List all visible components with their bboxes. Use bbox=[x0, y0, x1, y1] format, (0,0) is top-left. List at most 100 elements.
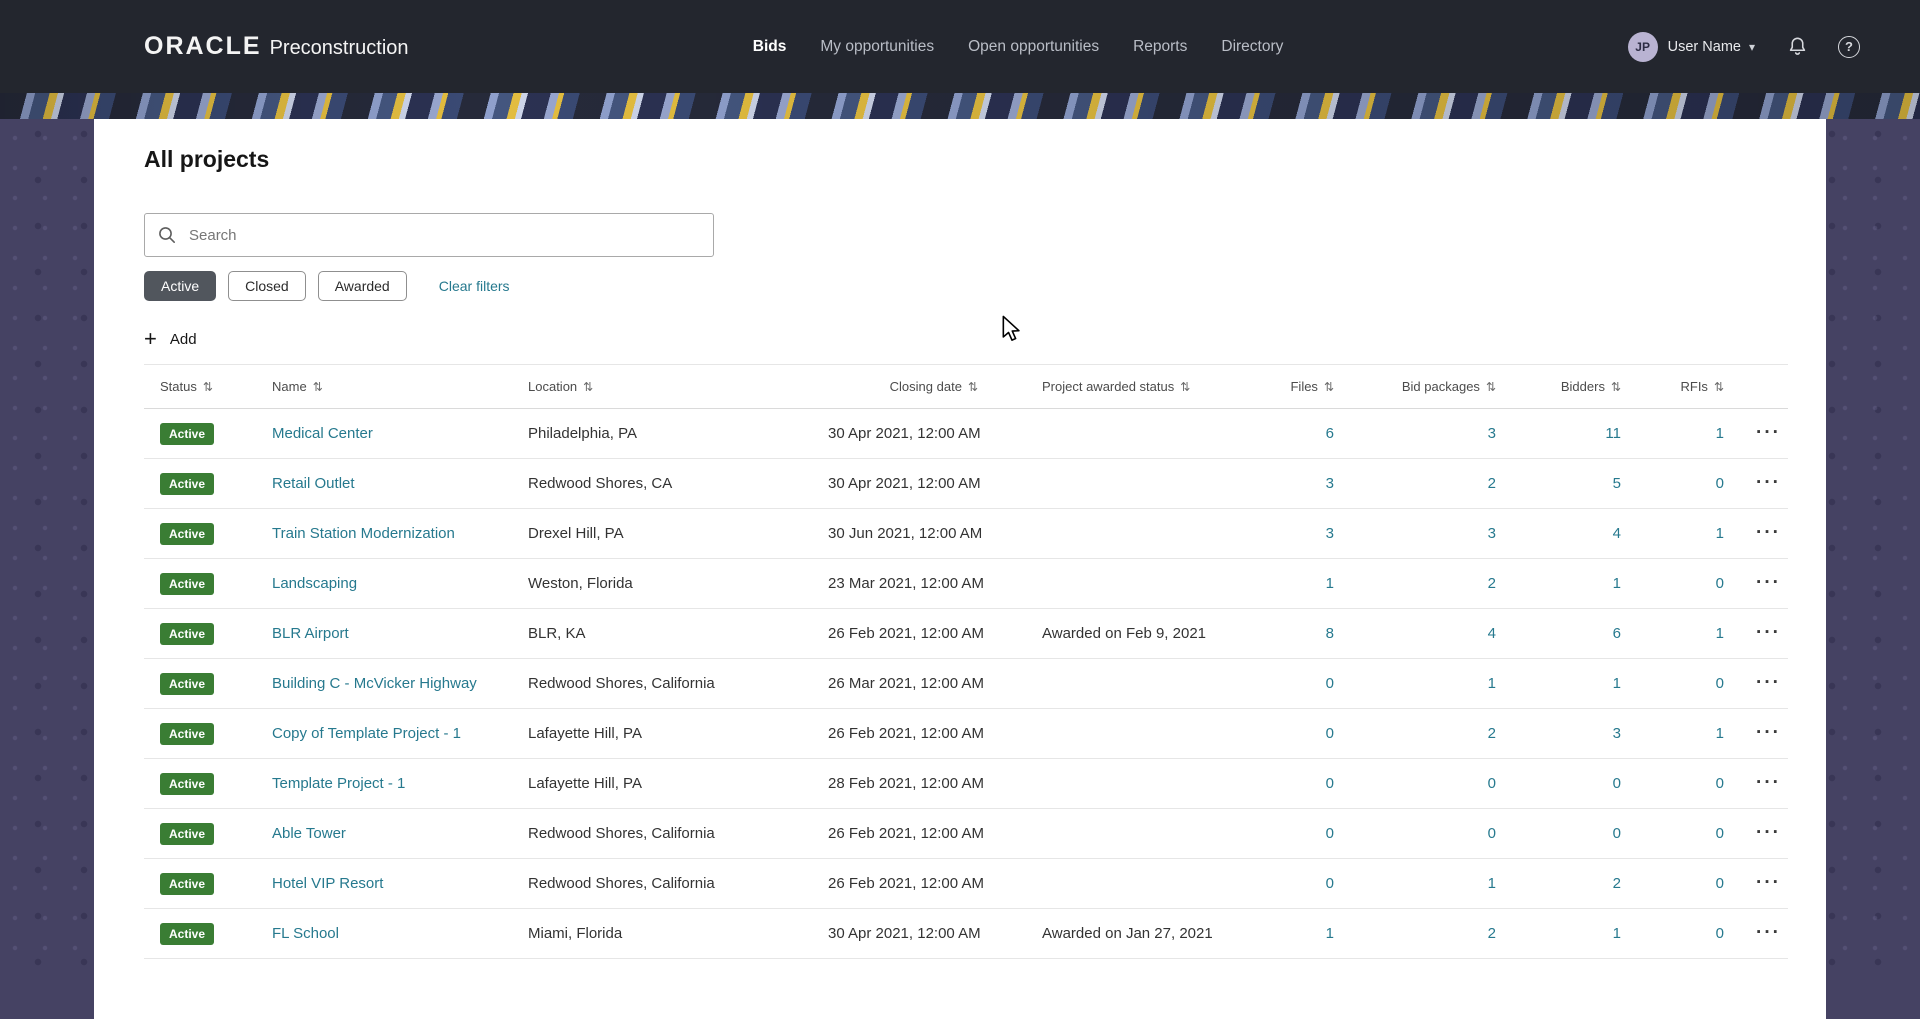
column-header-rfis[interactable]: RFIs ⇅ bbox=[1635, 364, 1738, 409]
rfis-count-link[interactable]: 0 bbox=[1716, 825, 1724, 842]
sort-icon: ⇅ bbox=[1323, 380, 1334, 394]
bidders-count-link[interactable]: 1 bbox=[1613, 925, 1621, 942]
bid-packages-count-link[interactable]: 1 bbox=[1488, 875, 1496, 892]
row-actions-menu-button[interactable]: ··· bbox=[1754, 823, 1783, 842]
rfis-count-link[interactable]: 1 bbox=[1716, 725, 1724, 742]
row-actions-menu-button[interactable]: ··· bbox=[1754, 573, 1783, 592]
project-name-link[interactable]: Landscaping bbox=[272, 575, 357, 592]
bid-packages-count-link[interactable]: 4 bbox=[1488, 625, 1496, 642]
files-count-link[interactable]: 0 bbox=[1326, 675, 1334, 692]
column-header-files[interactable]: Files ⇅ bbox=[1228, 364, 1348, 409]
bidders-count-link[interactable]: 1 bbox=[1613, 675, 1621, 692]
project-name-link[interactable]: Medical Center bbox=[272, 425, 373, 442]
files-count-link[interactable]: 3 bbox=[1326, 525, 1334, 542]
project-name-link[interactable]: Train Station Modernization bbox=[272, 525, 455, 542]
project-name-link[interactable]: Hotel VIP Resort bbox=[272, 875, 383, 892]
bid-packages-count-link[interactable]: 3 bbox=[1488, 425, 1496, 442]
bidders-count-link[interactable]: 11 bbox=[1605, 425, 1621, 442]
nav-item-open-opportunities[interactable]: Open opportunities bbox=[968, 38, 1099, 56]
row-actions-menu-button[interactable]: ··· bbox=[1754, 873, 1783, 892]
rfis-count-link[interactable]: 0 bbox=[1716, 575, 1724, 592]
files-count-link[interactable]: 6 bbox=[1326, 425, 1334, 442]
bid-packages-count-link[interactable]: 1 bbox=[1488, 675, 1496, 692]
bid-packages-count-link[interactable]: 2 bbox=[1488, 575, 1496, 592]
row-actions-menu-button[interactable]: ··· bbox=[1754, 523, 1783, 542]
bid-packages-count-link[interactable]: 0 bbox=[1488, 775, 1496, 792]
add-project-button[interactable]: + Add bbox=[144, 328, 197, 350]
files-count-link[interactable]: 3 bbox=[1326, 475, 1334, 492]
nav-item-directory[interactable]: Directory bbox=[1221, 38, 1283, 56]
sort-icon: ⇅ bbox=[202, 380, 213, 394]
project-name-link[interactable]: Able Tower bbox=[272, 825, 346, 842]
bidders-count-link[interactable]: 0 bbox=[1613, 775, 1621, 792]
row-actions-menu-button[interactable]: ··· bbox=[1754, 723, 1783, 742]
bidders-count-link[interactable]: 3 bbox=[1613, 725, 1621, 742]
files-count-link[interactable]: 8 bbox=[1326, 625, 1334, 642]
clear-filters-link[interactable]: Clear filters bbox=[433, 277, 516, 295]
project-name-link[interactable]: Building C - McVicker Highway bbox=[272, 675, 477, 692]
files-count-link[interactable]: 0 bbox=[1326, 775, 1334, 792]
bidders-count-link[interactable]: 6 bbox=[1613, 625, 1621, 642]
project-name-link[interactable]: FL School bbox=[272, 925, 339, 942]
column-header-name[interactable]: Name ⇅ bbox=[256, 364, 512, 409]
help-icon[interactable]: ? bbox=[1838, 35, 1860, 58]
bidders-count-link[interactable]: 4 bbox=[1613, 525, 1621, 542]
bid-packages-count-link[interactable]: 0 bbox=[1488, 825, 1496, 842]
bidders-count-link[interactable]: 2 bbox=[1613, 875, 1621, 892]
row-actions-menu-button[interactable]: ··· bbox=[1754, 623, 1783, 642]
project-name-link[interactable]: Copy of Template Project - 1 bbox=[272, 725, 461, 742]
avatar[interactable]: JP bbox=[1627, 31, 1658, 62]
nav-item-bids[interactable]: Bids bbox=[753, 38, 787, 56]
column-header-status[interactable]: Status ⇅ bbox=[144, 364, 256, 409]
column-header-closing-date[interactable]: Closing date ⇅ bbox=[812, 364, 992, 409]
project-name-link[interactable]: BLR Airport bbox=[272, 625, 349, 642]
column-header-location[interactable]: Location ⇅ bbox=[512, 364, 812, 409]
row-actions-menu-button[interactable]: ··· bbox=[1754, 673, 1783, 692]
nav-item-my-opportunities[interactable]: My opportunities bbox=[820, 38, 934, 56]
filter-chip-awarded[interactable]: Awarded bbox=[317, 271, 407, 301]
bid-packages-count-link[interactable]: 2 bbox=[1488, 925, 1496, 942]
row-actions-menu-button[interactable]: ··· bbox=[1754, 473, 1783, 492]
sort-icon: ⇅ bbox=[583, 380, 594, 394]
row-actions-menu-button[interactable]: ··· bbox=[1754, 773, 1783, 792]
user-name[interactable]: User Name bbox=[1668, 39, 1741, 55]
files-count-link[interactable]: 1 bbox=[1326, 925, 1334, 942]
filter-chip-active[interactable]: Active bbox=[144, 271, 217, 301]
files-count-link[interactable]: 0 bbox=[1326, 725, 1334, 742]
row-actions-menu-button[interactable]: ··· bbox=[1754, 923, 1783, 942]
rfis-count-link[interactable]: 0 bbox=[1716, 925, 1724, 942]
project-name-link[interactable]: Template Project - 1 bbox=[272, 775, 405, 792]
column-header-project-awarded-status[interactable]: Project awarded status ⇅ bbox=[992, 364, 1228, 409]
rfis-count-link[interactable]: 1 bbox=[1716, 425, 1724, 442]
bid-packages-count-link[interactable]: 2 bbox=[1488, 475, 1496, 492]
project-name-link[interactable]: Retail Outlet bbox=[272, 475, 355, 492]
rfis-count-link[interactable]: 1 bbox=[1716, 525, 1724, 542]
bidders-count-link[interactable]: 0 bbox=[1613, 825, 1621, 842]
status-cell: Active bbox=[144, 758, 256, 809]
bidders-count-link[interactable]: 5 bbox=[1613, 475, 1621, 492]
rfis-count-link[interactable]: 0 bbox=[1716, 675, 1724, 692]
nav-item-reports[interactable]: Reports bbox=[1133, 38, 1187, 56]
bidders-count-link[interactable]: 1 bbox=[1613, 575, 1621, 592]
search-input[interactable] bbox=[144, 213, 714, 257]
closing-date-cell: 26 Feb 2021, 12:00 AM bbox=[812, 858, 992, 909]
notifications-bell-icon[interactable] bbox=[1787, 36, 1808, 58]
column-header-bid-packages[interactable]: Bid packages ⇅ bbox=[1348, 364, 1510, 409]
rfis-count-link-cell: 0 bbox=[1635, 558, 1738, 609]
bid-packages-count-link[interactable]: 3 bbox=[1488, 525, 1496, 542]
name-cell: Able Tower bbox=[256, 808, 512, 859]
files-count-link[interactable]: 1 bbox=[1326, 575, 1334, 592]
search-wrap bbox=[144, 213, 714, 257]
files-count-link[interactable]: 0 bbox=[1326, 875, 1334, 892]
bid-packages-count-link[interactable]: 2 bbox=[1488, 725, 1496, 742]
rfis-count-link[interactable]: 1 bbox=[1716, 625, 1724, 642]
rfis-count-link[interactable]: 0 bbox=[1716, 475, 1724, 492]
rfis-count-link[interactable]: 0 bbox=[1716, 875, 1724, 892]
chevron-down-icon[interactable]: ▾ bbox=[1749, 40, 1755, 54]
files-count-link[interactable]: 0 bbox=[1326, 825, 1334, 842]
row-actions-menu-button[interactable]: ··· bbox=[1754, 423, 1783, 442]
rfis-count-link[interactable]: 0 bbox=[1716, 775, 1724, 792]
rfis-count-link-cell: 0 bbox=[1635, 908, 1738, 959]
filter-chip-closed[interactable]: Closed bbox=[228, 271, 306, 301]
column-header-bidders[interactable]: Bidders ⇅ bbox=[1510, 364, 1635, 409]
